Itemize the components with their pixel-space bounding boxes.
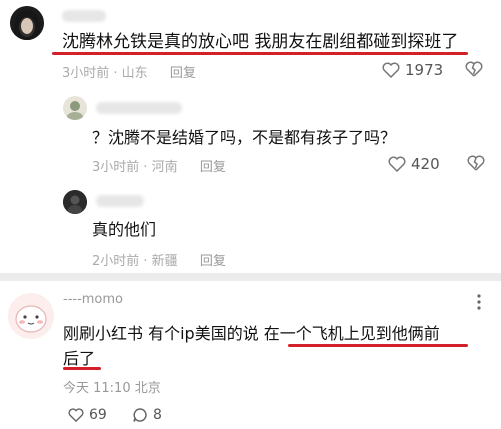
username-blurred [96, 102, 182, 114]
comment-time-location: 今天 11:10 北京 [63, 381, 161, 396]
like-button[interactable]: 69 [68, 407, 107, 423]
comment-text: 沈腾林允铁是真的放心吧 我朋友在剧组都碰到探班了 [62, 32, 459, 52]
highlight-underline [288, 344, 468, 347]
more-button[interactable] [477, 294, 481, 310]
avatar[interactable] [8, 293, 54, 339]
comment-text-line1: 刚刷小红书 有个ip美国的说 在一个飞机上见到他俩前 [63, 324, 440, 343]
reply-time-location: 3小时前 · 河南 [92, 160, 178, 175]
section-divider [0, 273, 501, 281]
like-button[interactable]: 1973 [382, 61, 443, 79]
like-count: 69 [89, 407, 107, 423]
reply-button[interactable]: 回复 [200, 160, 226, 175]
username-blurred [96, 195, 144, 207]
reply-time-location: 2小时前 · 新疆 [92, 254, 178, 269]
username[interactable]: ----momo [63, 292, 123, 307]
dislike-button[interactable] [467, 155, 485, 171]
heart-icon [68, 408, 84, 422]
comment-text-line2: 后了 [63, 349, 96, 368]
reply-meta: 3小时前 · 河南 回复 [92, 156, 226, 175]
reply-button[interactable]: 回复 [200, 254, 226, 269]
highlight-underline [63, 367, 101, 370]
username-blurred [62, 10, 106, 22]
heart-icon [382, 62, 400, 78]
avatar[interactable] [63, 190, 87, 214]
more-icon [477, 294, 481, 310]
like-count: 420 [411, 155, 440, 173]
like-button[interactable]: 420 [388, 155, 440, 173]
comment-count: 8 [153, 407, 162, 423]
reply-button[interactable]: 回复 [170, 66, 196, 81]
like-count: 1973 [405, 61, 444, 79]
highlight-underline [52, 52, 468, 55]
comment-icon [132, 407, 148, 423]
avatar[interactable] [63, 96, 87, 120]
reply-text: 真的他们 [92, 220, 157, 239]
dislike-button[interactable] [465, 61, 483, 77]
broken-heart-icon [465, 61, 483, 77]
comment-meta: 3小时前 · 山东 回复 [62, 62, 196, 81]
reply-meta: 2小时前 · 新疆 回复 [92, 250, 226, 269]
comment-thread-bottom: ----momo 刚刷小红书 有个ip美国的说 在一个飞机上见到他俩前 后了 今… [0, 281, 501, 429]
avatar[interactable] [10, 6, 44, 40]
reply-text: ？沈腾不是结婚了吗，不是都有孩子了吗？ [92, 128, 397, 147]
comment-button[interactable]: 8 [132, 407, 162, 423]
broken-heart-icon [467, 155, 485, 171]
comment-thread-top: 沈腾林允铁是真的放心吧 我朋友在剧组都碰到探班了 3小时前 · 山东 回复 19… [0, 0, 501, 273]
comment-time-location: 3小时前 · 山东 [62, 66, 148, 81]
heart-icon [388, 156, 406, 172]
